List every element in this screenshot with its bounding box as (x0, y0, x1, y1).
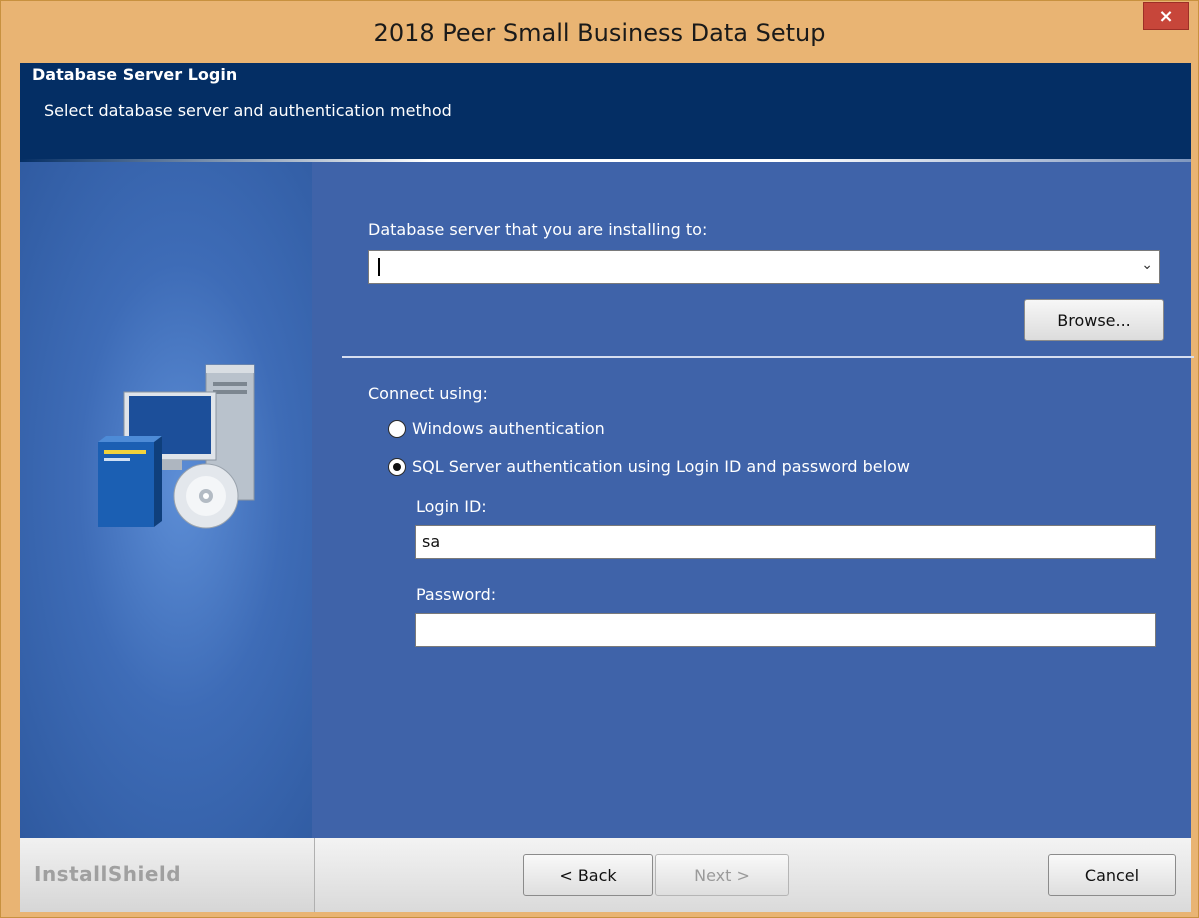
page-title: Database Server Login (32, 65, 238, 84)
main-panel: Database server that you are installing … (312, 162, 1194, 838)
dialog-footer: InstallShield < Back Next > Cancel (20, 838, 1191, 912)
password-label: Password: (416, 585, 497, 604)
connect-using-label: Connect using: (368, 384, 488, 403)
title-bar[interactable]: 2018 Peer Small Business Data Setup × (1, 1, 1198, 63)
brand-panel: InstallShield (20, 838, 314, 912)
computer-cd-icon (98, 364, 255, 529)
chevron-down-icon[interactable]: ⌄ (1141, 257, 1153, 273)
windows-auth-label[interactable]: Windows authentication (412, 419, 605, 438)
setup-window: 2018 Peer Small Business Data Setup × Da… (0, 0, 1199, 918)
browse-button[interactable]: Browse... (1024, 299, 1164, 341)
password-field[interactable] (415, 613, 1156, 647)
section-divider (342, 356, 1194, 358)
login-id-label: Login ID: (416, 497, 487, 516)
window-title: 2018 Peer Small Business Data Setup (373, 19, 826, 47)
windows-auth-radio[interactable] (388, 420, 406, 438)
next-button[interactable]: Next > (655, 854, 789, 896)
login-id-field[interactable]: sa (415, 525, 1156, 559)
button-bar: < Back Next > Cancel (314, 838, 1191, 912)
page-subtitle: Select database server and authenticatio… (44, 101, 452, 120)
close-button[interactable]: × (1143, 2, 1189, 30)
cancel-button[interactable]: Cancel (1048, 854, 1176, 896)
text-caret (378, 258, 380, 276)
server-combobox[interactable]: ⌄ (368, 250, 1160, 284)
close-icon: × (1158, 5, 1174, 27)
installshield-logo: InstallShield (34, 862, 182, 886)
dialog-client-area: Database Server Login Select database se… (20, 63, 1194, 912)
server-label: Database server that you are installing … (368, 220, 708, 239)
side-artwork-panel (20, 162, 312, 838)
sql-auth-label[interactable]: SQL Server authentication using Login ID… (412, 457, 910, 476)
sql-auth-radio[interactable] (388, 458, 406, 476)
back-button[interactable]: < Back (523, 854, 653, 896)
dialog-header: Database Server Login Select database se… (20, 63, 1191, 162)
